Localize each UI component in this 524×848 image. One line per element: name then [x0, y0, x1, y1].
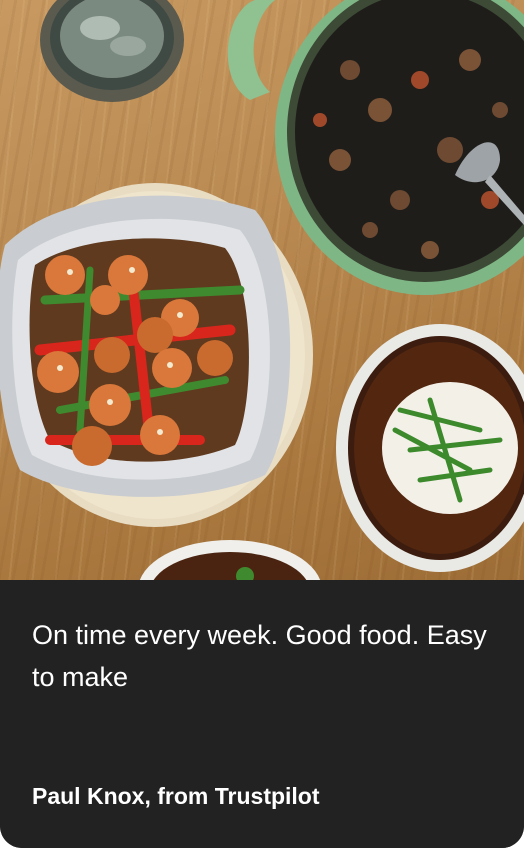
small-bowl-icon — [139, 540, 321, 580]
soup-bowl-icon — [336, 324, 524, 572]
water-glass-icon — [40, 0, 184, 102]
testimonial-author: Paul Knox, — [32, 783, 151, 809]
testimonial-attribution: Paul Knox, from Trustpilot — [32, 780, 492, 812]
testimonial-panel: On time every week. Good food. Easy to m… — [0, 580, 524, 848]
food-photo — [0, 0, 524, 580]
testimonial-source: from Trustpilot — [150, 783, 320, 809]
food-photo-icon — [0, 0, 524, 580]
testimonial-quote: On time every week. Good food. Easy to m… — [32, 620, 487, 692]
testimonial-card: On time every week. Good food. Easy to m… — [0, 0, 524, 848]
shrimp-plate-icon — [0, 183, 313, 527]
